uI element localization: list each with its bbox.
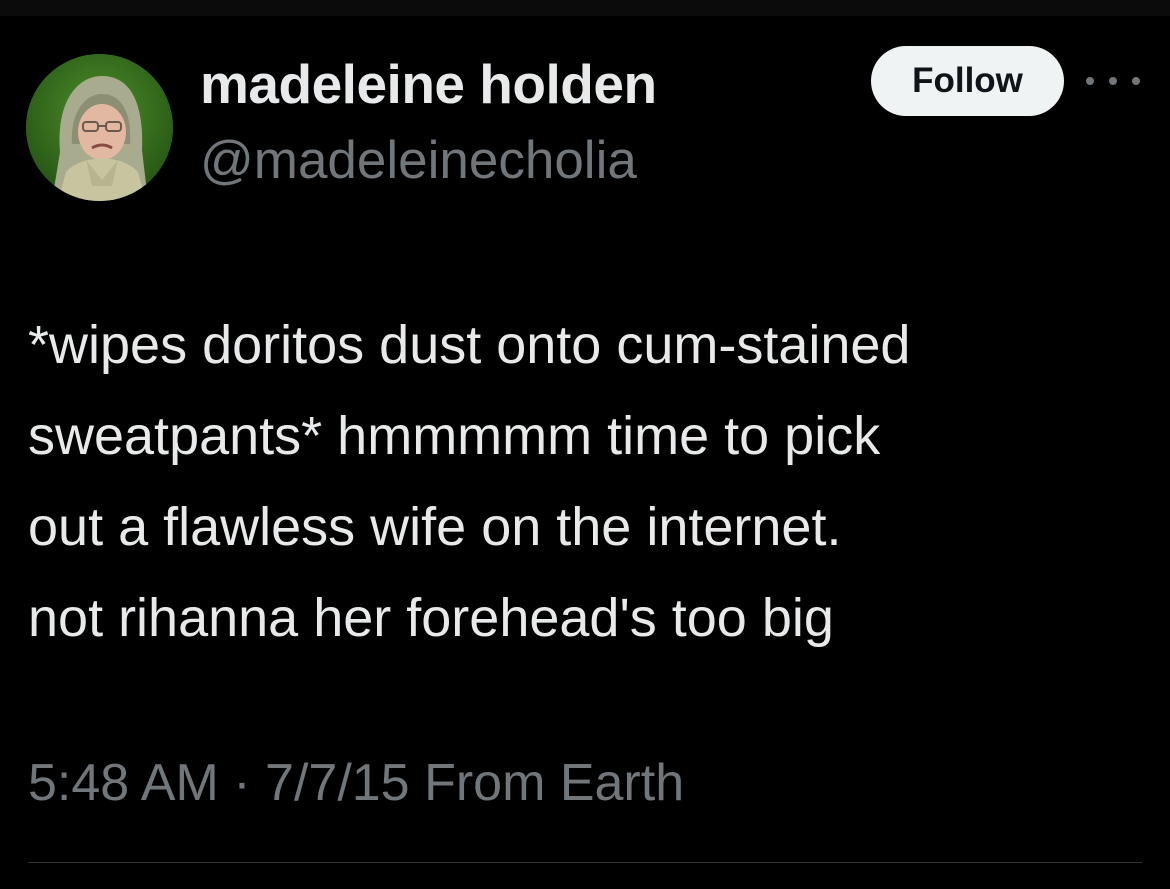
more-dot xyxy=(1132,77,1140,85)
avatar-image xyxy=(26,54,173,201)
more-horizontal-icon[interactable] xyxy=(1086,68,1140,94)
avatar[interactable] xyxy=(26,54,173,201)
follow-button[interactable]: Follow xyxy=(871,46,1064,116)
tweet-source: From Earth xyxy=(424,754,685,812)
more-dot xyxy=(1086,77,1094,85)
more-dot xyxy=(1109,77,1117,85)
tweet-time[interactable]: 5:48 AM xyxy=(28,754,219,812)
meta-separator: · xyxy=(233,754,251,812)
tweet-text-line: *wipes doritos dust onto cum-stained xyxy=(28,315,911,375)
display-name[interactable]: madeleine holden xyxy=(200,52,657,116)
tweet-text-line: not rihanna her forehead's too big xyxy=(28,588,834,648)
top-strip xyxy=(0,0,1170,16)
tweet-text: *wipes doritos dust onto cum-stained swe… xyxy=(28,300,1158,664)
divider xyxy=(28,862,1142,863)
tweet-metadata: 5:48 AM · 7/7/15 From Earth xyxy=(28,748,684,818)
tweet-date[interactable]: 7/7/15 xyxy=(265,754,410,812)
tweet-text-line: out a flawless wife on the internet. xyxy=(28,497,842,557)
tweet-text-line: sweatpants* hmmmmm time to pick xyxy=(28,406,881,466)
user-handle[interactable]: @madeleinecholia xyxy=(200,130,637,192)
